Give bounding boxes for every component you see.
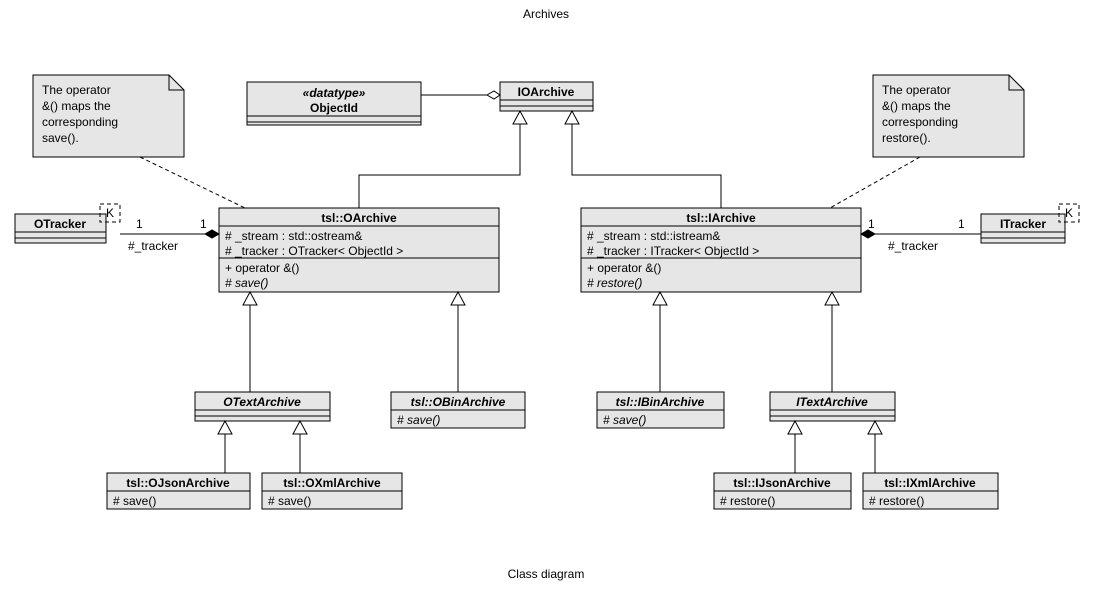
class-oarchive: tsl::OArchive # _stream : std::ostream& … — [219, 208, 499, 292]
svg-text:restore().: restore(). — [882, 131, 931, 145]
svg-text:# _stream : std::istream&: # _stream : std::istream& — [587, 229, 720, 243]
class-itracker: ITracker K — [981, 204, 1079, 243]
diagram-title: Archives — [523, 7, 569, 21]
svg-text:The operator: The operator — [42, 83, 111, 97]
class-oxmlarchive: tsl::OXmlArchive # save() — [262, 473, 402, 509]
uml-diagram: Archives Class diagram The operator &() … — [0, 0, 1093, 598]
class-obinarchive: tsl::OBinArchive # save() — [391, 392, 525, 428]
svg-text:+ operator &(): + operator &() — [587, 261, 661, 275]
svg-text:tsl::OJsonArchive: tsl::OJsonArchive — [126, 476, 230, 490]
class-ijsonarchive: tsl::IJsonArchive # restore() — [714, 473, 851, 509]
svg-text:tsl::IArchive: tsl::IArchive — [686, 211, 756, 225]
class-otracker: OTracker K — [15, 204, 120, 243]
svg-text:# restore(): # restore() — [720, 494, 775, 508]
svg-text:«datatype»: «datatype» — [303, 86, 366, 100]
svg-text:tsl::OArchive: tsl::OArchive — [321, 211, 397, 225]
svg-text:&() maps the: &() maps the — [42, 99, 111, 113]
class-objectid: «datatype» ObjectId — [247, 82, 421, 125]
svg-text:# restore(): # restore() — [869, 494, 924, 508]
svg-text:# save(): # save() — [397, 413, 440, 427]
class-iarchive: tsl::IArchive # _stream : std::istream& … — [581, 208, 861, 292]
svg-text:OTextArchive: OTextArchive — [223, 395, 301, 409]
svg-text:+ operator &(): + operator &() — [225, 261, 299, 275]
svg-text:ITracker: ITracker — [1000, 217, 1046, 231]
svg-text:K: K — [1065, 206, 1073, 220]
svg-text:# _tracker : ITracker< ObjectI: # _tracker : ITracker< ObjectId > — [587, 244, 759, 258]
svg-text:# save(): # save() — [113, 494, 156, 508]
svg-text:K: K — [106, 206, 114, 220]
svg-text:tsl::IJsonArchive: tsl::IJsonArchive — [733, 476, 831, 490]
svg-text:1: 1 — [136, 217, 143, 231]
svg-text:1: 1 — [200, 217, 207, 231]
svg-text:1: 1 — [958, 217, 965, 231]
svg-text:1: 1 — [868, 217, 875, 231]
svg-text:# _tracker : OTracker< ObjectI: # _tracker : OTracker< ObjectId > — [225, 244, 403, 258]
svg-text:The operator: The operator — [882, 83, 951, 97]
svg-text:# save(): # save() — [268, 494, 311, 508]
class-ibinarchive: tsl::IBinArchive # save() — [597, 392, 724, 428]
note-right: The operator &() maps the corresponding … — [873, 75, 1024, 157]
class-itextarchive: ITextArchive — [770, 392, 895, 421]
svg-text:corresponding: corresponding — [882, 115, 958, 129]
svg-text:tsl::OBinArchive: tsl::OBinArchive — [411, 395, 506, 409]
class-ixmlarchive: tsl::IXmlArchive # restore() — [863, 473, 998, 509]
class-otextarchive: OTextArchive — [195, 392, 330, 421]
svg-text:tsl::OXmlArchive: tsl::OXmlArchive — [283, 476, 381, 490]
svg-text:#_tracker: #_tracker — [128, 239, 178, 253]
svg-text:corresponding: corresponding — [42, 115, 118, 129]
class-ioarchive: IOArchive — [500, 82, 593, 111]
svg-text:IOArchive: IOArchive — [518, 85, 575, 99]
svg-text:# _stream : std::ostream&: # _stream : std::ostream& — [225, 229, 362, 243]
svg-text:tsl::IXmlArchive: tsl::IXmlArchive — [884, 476, 976, 490]
note-left: The operator &() maps the corresponding … — [33, 75, 184, 157]
svg-text:#_tracker: #_tracker — [888, 239, 938, 253]
svg-text:ITextArchive: ITextArchive — [796, 395, 868, 409]
svg-text:# restore(): # restore() — [587, 276, 642, 290]
svg-text:# save(): # save() — [603, 413, 646, 427]
class-ojsonarchive: tsl::OJsonArchive # save() — [107, 473, 250, 509]
svg-text:# save(): # save() — [225, 276, 268, 290]
svg-text:&() maps the: &() maps the — [882, 99, 951, 113]
svg-text:OTracker: OTracker — [34, 217, 86, 231]
svg-text:save().: save(). — [42, 131, 79, 145]
diagram-caption: Class diagram — [508, 567, 585, 581]
svg-text:tsl::IBinArchive: tsl::IBinArchive — [616, 395, 705, 409]
svg-text:ObjectId: ObjectId — [310, 101, 358, 115]
